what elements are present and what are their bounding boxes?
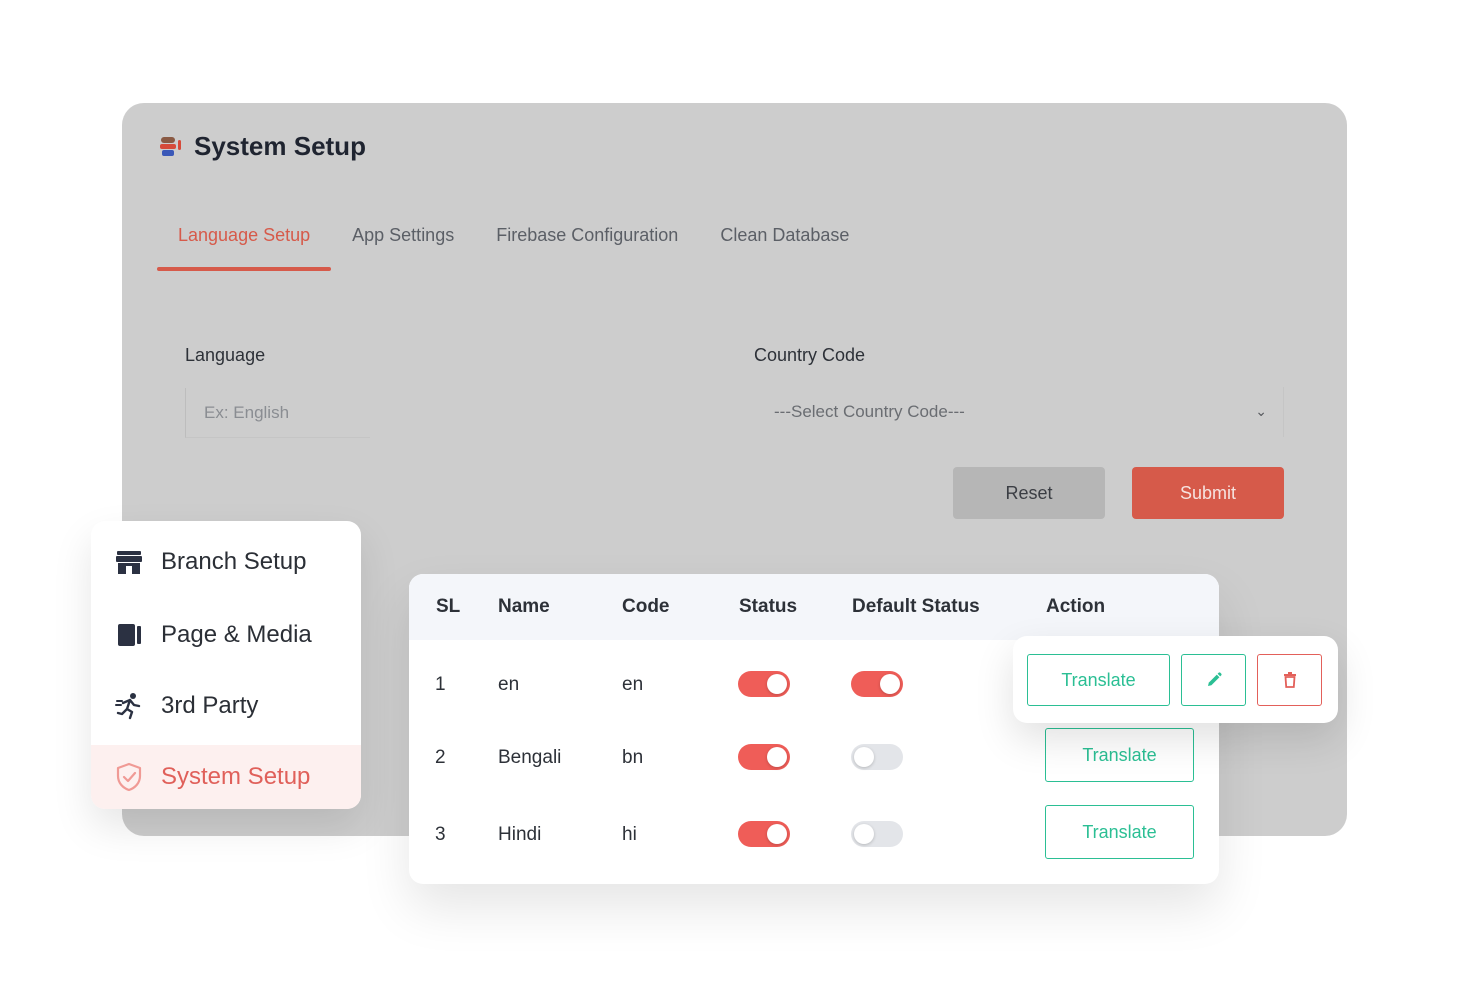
store-icon: [116, 551, 142, 574]
default-status-toggle[interactable]: [851, 671, 903, 697]
default-status-toggle[interactable]: [851, 744, 903, 770]
sidebar-item-label: Branch Setup: [161, 548, 307, 575]
sidebar-item-label: 3rd Party: [161, 692, 259, 719]
sidebar-item-label: System Setup: [161, 763, 311, 790]
header-name: Name: [498, 596, 550, 617]
header-sl: SL: [436, 596, 461, 617]
pencil-icon: [1207, 672, 1222, 686]
sidebar-item-label: Page & Media: [161, 621, 312, 648]
status-toggle[interactable]: [738, 744, 790, 770]
default-status-toggle[interactable]: [851, 821, 903, 847]
country-code-select-value: ---Select Country Code---: [774, 402, 965, 421]
header-status: Status: [739, 596, 798, 617]
edit-button[interactable]: [1181, 654, 1246, 706]
cell-name: Bengali: [498, 747, 562, 768]
sidebar-item-system-setup[interactable]: System Setup: [91, 745, 361, 809]
row-action-card: Translate: [1013, 636, 1338, 723]
translate-button[interactable]: Translate: [1045, 728, 1194, 782]
cell-code: hi: [622, 824, 637, 845]
chevron-down-icon: ⌄: [1255, 403, 1267, 419]
sidebar-item-branch-setup[interactable]: Branch Setup: [91, 530, 361, 594]
cell-sl: 3: [435, 824, 446, 845]
book-icon: [118, 624, 141, 646]
cell-sl: 1: [435, 674, 446, 695]
sidebar-item-page-media[interactable]: Page & Media: [91, 603, 361, 667]
tab-app-settings[interactable]: App Settings: [331, 213, 475, 271]
app-logo-icon: [160, 136, 181, 156]
table-header: SL Name Code Status Default Status Actio…: [409, 574, 1219, 640]
language-input[interactable]: Ex: English: [185, 388, 370, 438]
page-title-text: System Setup: [194, 131, 366, 161]
cell-name: Hindi: [498, 824, 542, 845]
cell-sl: 2: [435, 747, 446, 768]
runner-icon: [115, 693, 141, 720]
submit-button[interactable]: Submit: [1132, 467, 1284, 519]
trash-icon: [1283, 672, 1296, 688]
cell-code: en: [622, 674, 644, 695]
header-default-status: Default Status: [852, 596, 980, 617]
tab-firebase-configuration[interactable]: Firebase Configuration: [475, 213, 699, 271]
country-code-label: Country Code: [754, 345, 866, 365]
reset-button[interactable]: Reset: [953, 467, 1105, 519]
sidebar-menu: Branch Setup Page & Media 3rd Party Syst…: [91, 521, 361, 809]
translate-button[interactable]: Translate: [1027, 654, 1170, 706]
tab-clean-database[interactable]: Clean Database: [699, 213, 870, 271]
status-toggle[interactable]: [738, 821, 790, 847]
country-code-select[interactable]: ---Select Country Code--- ⌄: [754, 387, 1284, 437]
sidebar-item-3rd-party[interactable]: 3rd Party: [91, 674, 361, 738]
tab-language-setup[interactable]: Language Setup: [157, 213, 332, 271]
header-code: Code: [622, 596, 670, 617]
translate-button[interactable]: Translate: [1045, 805, 1194, 859]
cell-code: bn: [622, 747, 644, 768]
page-title: System Setup: [158, 131, 366, 162]
language-table: SL Name Code Status Default Status Actio…: [409, 574, 1219, 884]
language-label: Language: [185, 345, 266, 365]
shield-check-icon: [116, 762, 142, 792]
status-toggle[interactable]: [738, 671, 790, 697]
cell-name: en: [498, 674, 520, 695]
tab-bar: Language Setup App Settings Firebase Con…: [157, 213, 870, 271]
delete-button[interactable]: [1257, 654, 1322, 706]
stage: System Setup Language Setup App Settings…: [0, 0, 1468, 993]
header-action: Action: [1046, 596, 1106, 617]
